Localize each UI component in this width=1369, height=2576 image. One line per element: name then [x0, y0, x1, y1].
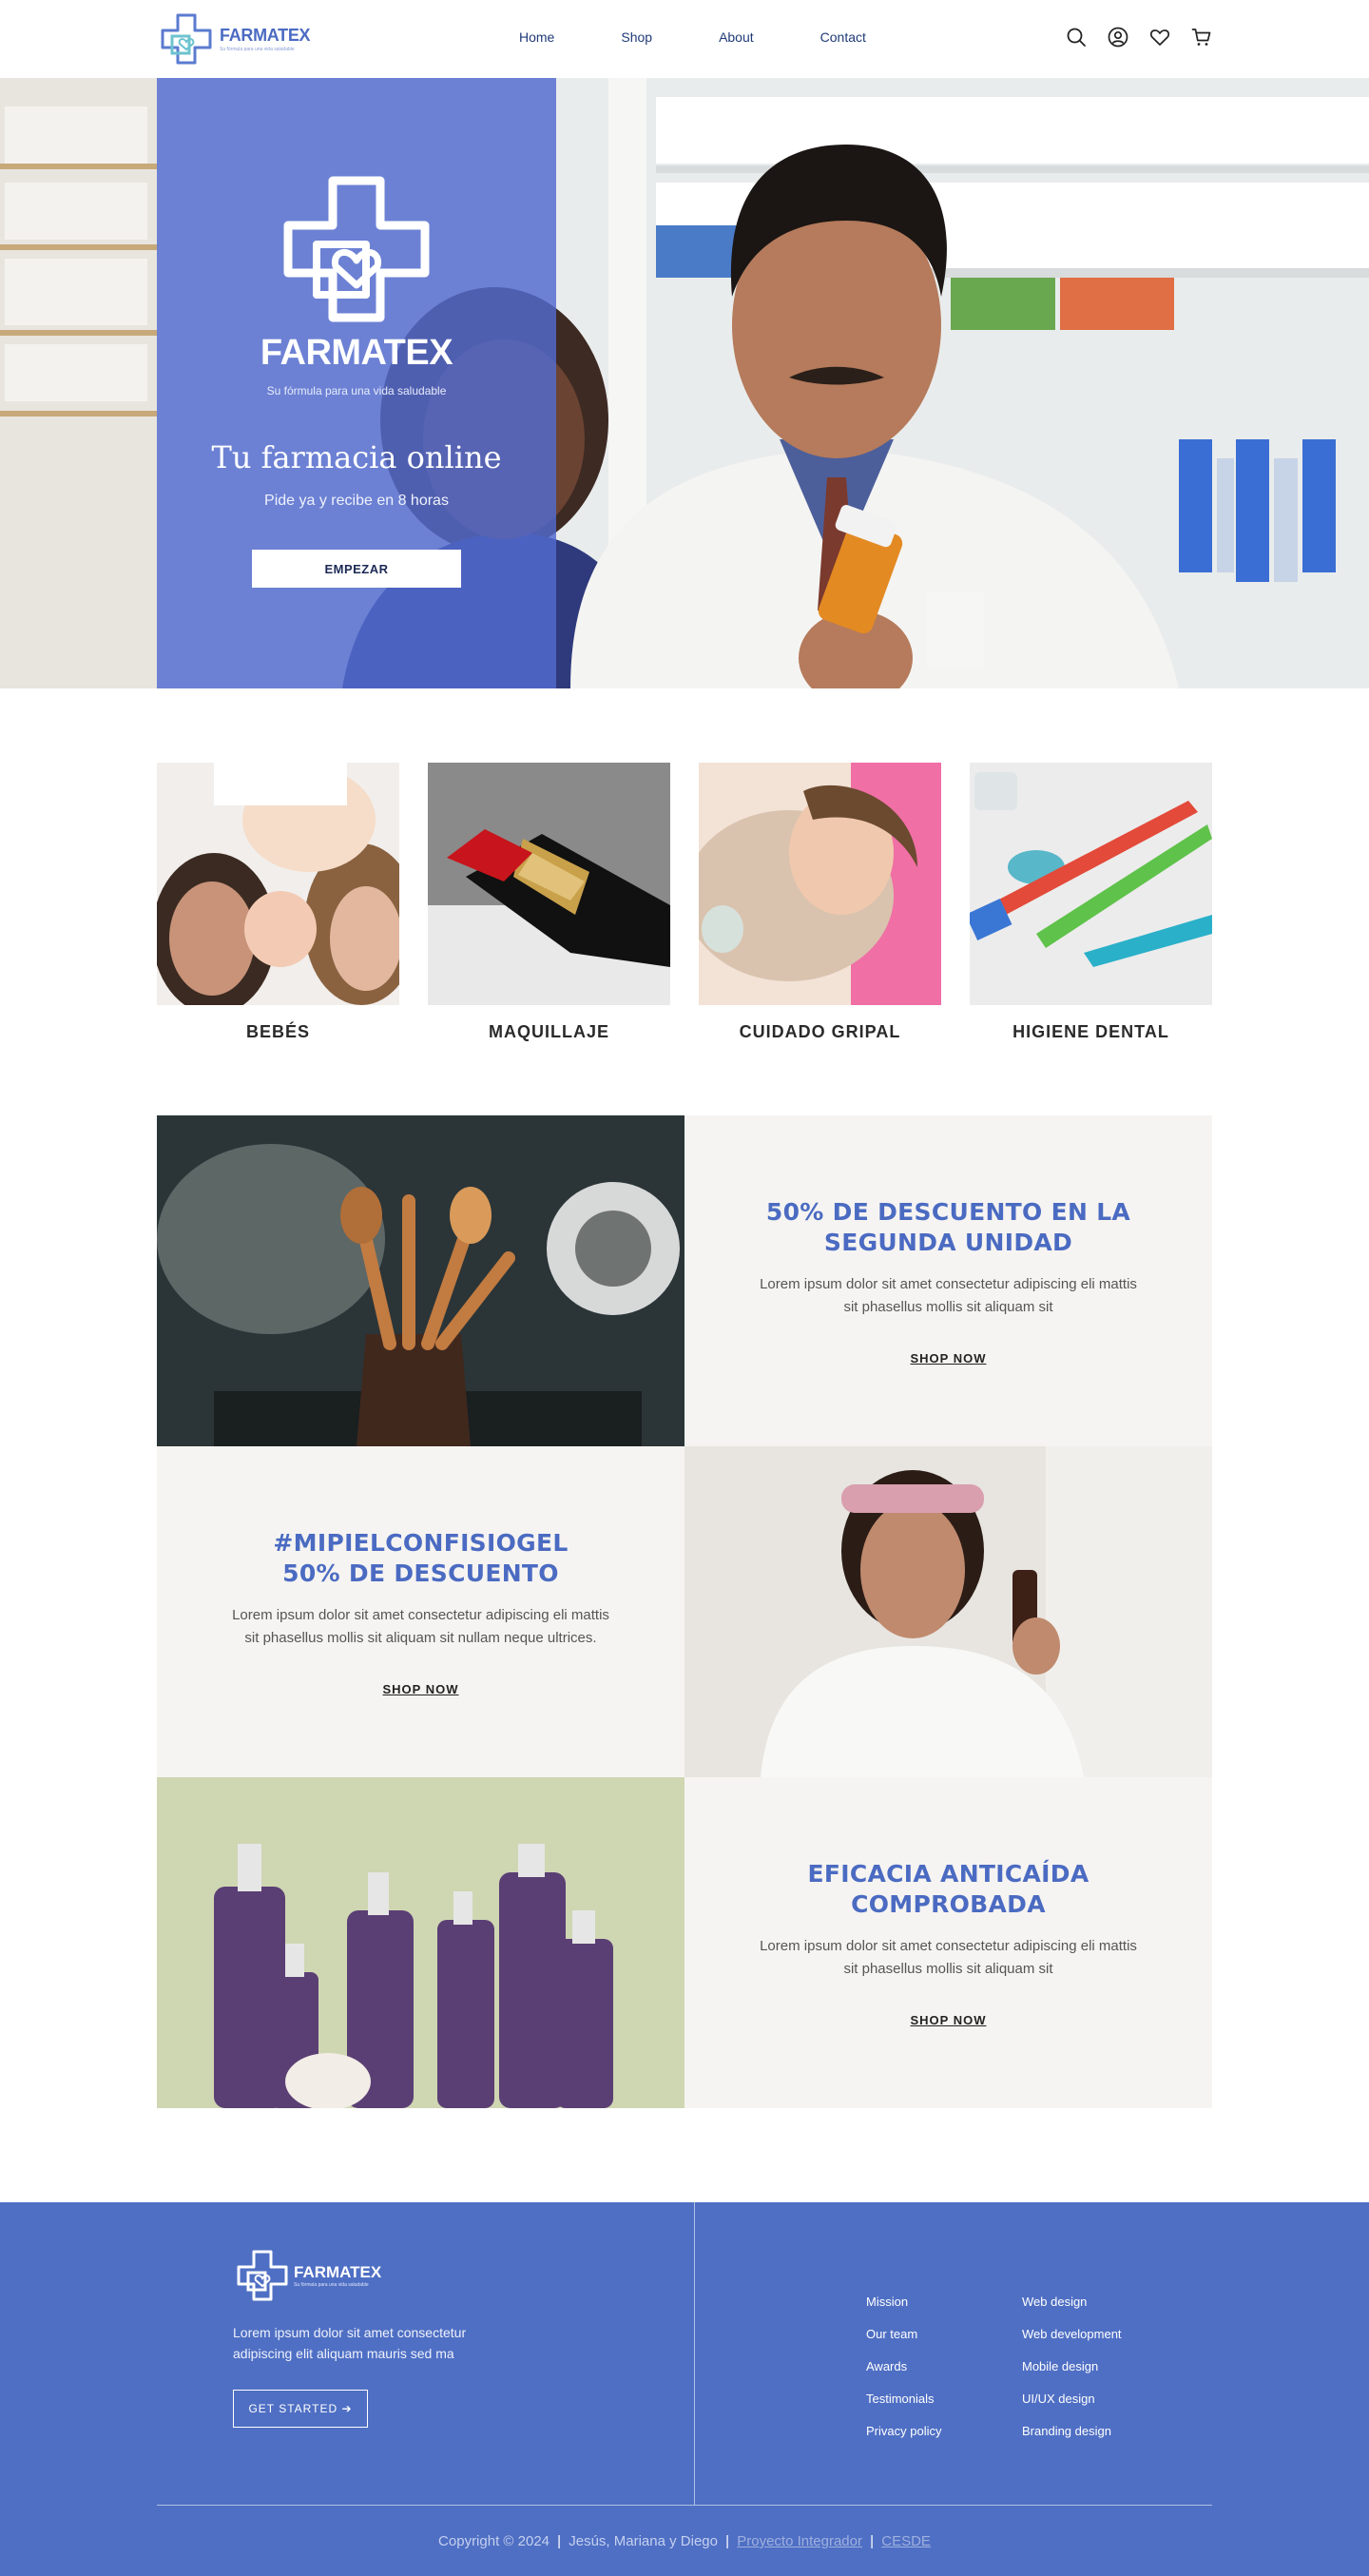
copyright-separator: |	[870, 2533, 875, 2549]
footer-link-awards[interactable]: Awards	[866, 2358, 941, 2374]
get-started-button[interactable]: GET STARTED ➔	[233, 2390, 368, 2428]
footer-logo-name: FARMATEX	[294, 2263, 382, 2281]
promo-title: #MIPIELCONFISIOGEL 50% DE DESCUENTO	[273, 1528, 568, 1589]
category-image-makeup[interactable]	[428, 763, 670, 1005]
category-card-babies[interactable]: BEBÉS	[157, 763, 399, 1042]
footer-link-ux-design[interactable]: UI/UX design	[1022, 2391, 1122, 2407]
site-footer: FARMATEX Su fórmula para una vida saluda…	[0, 2202, 1369, 2576]
site-header: FARMATEX Su fórmula para una vida saluda…	[0, 0, 1369, 78]
category-image-dental[interactable]	[970, 763, 1212, 1005]
search-icon[interactable]	[1065, 26, 1088, 48]
copyright-separator: |	[725, 2533, 730, 2549]
promo-image-skincare	[684, 1446, 1212, 1777]
hero-brand: FARMATEX	[260, 333, 453, 373]
copyright-authors: Jesús, Mariana y Diego	[569, 2533, 718, 2549]
footer-divider-vertical	[694, 2202, 695, 2505]
promo-body: Lorem ipsum dolor sit amet consectetur a…	[760, 1275, 1137, 1315]
promo-body: Lorem ipsum dolor sit amet consectetur a…	[760, 1937, 1137, 1977]
heart-icon[interactable]	[1148, 26, 1171, 48]
footer-link-web-development[interactable]: Web development	[1022, 2326, 1122, 2342]
category-card-dental[interactable]: HIGIENE DENTAL	[970, 763, 1212, 1042]
hero-cross-heart-icon	[283, 176, 430, 322]
logo-cross-icon	[161, 13, 212, 65]
footer-divider-horizontal	[157, 2505, 1212, 2506]
promo-title-line: 50% DE DESCUENTO EN LA	[765, 1197, 1131, 1226]
promo-card-hair-loss: EFICACIA ANTICAÍDA COMPROBADA Lorem ipsu…	[684, 1777, 1212, 2108]
promo-title-line: EFICACIA ANTICAÍDA	[807, 1859, 1089, 1888]
promo-title: EFICACIA ANTICAÍDA COMPROBADA	[808, 1859, 1089, 1920]
footer-links-services: Web design Web development Mobile design…	[1022, 2294, 1122, 2455]
footer-link-web-design[interactable]: Web design	[1022, 2294, 1122, 2310]
footer-copyright: Copyright © 2024 | Jesús, Mariana y Dieg…	[0, 2533, 1369, 2549]
category-image-cold-care[interactable]	[699, 763, 941, 1005]
hero-subtitle: Pide ya y recibe en 8 horas	[264, 493, 449, 509]
hero-title: Tu farmacia online	[211, 439, 502, 475]
promo-card-fisiogel: #MIPIELCONFISIOGEL 50% DE DESCUENTO Lore…	[157, 1446, 684, 1777]
cart-icon[interactable]	[1190, 26, 1213, 48]
logo[interactable]: FARMATEX Su fórmula para una vida saluda…	[157, 10, 311, 68]
shop-now-link[interactable]: SHOP NOW	[911, 1351, 987, 1365]
category-label-babies: BEBÉS	[245, 1022, 310, 1041]
footer-links-company: Mission Our team Awards Testimonials Pri…	[866, 2294, 941, 2455]
footer-link-mobile-design[interactable]: Mobile design	[1022, 2358, 1122, 2374]
footer-link-our-team[interactable]: Our team	[866, 2326, 941, 2342]
nav-shop[interactable]: Shop	[621, 29, 652, 45]
hero-section: FARMATEX Su fórmula para una vida saluda…	[0, 78, 1369, 688]
logo-tagline: Su fórmula para una vida saludable	[220, 47, 295, 52]
copyright-text: Copyright © 2024	[438, 2533, 550, 2549]
hero-start-button[interactable]: EMPEZAR	[252, 550, 461, 588]
page: FARMATEX Su fórmula para una vida saluda…	[0, 0, 1369, 2576]
footer-description: Lorem ipsum dolor sit amet consectetur a…	[233, 2325, 467, 2361]
copyright-separator: |	[557, 2533, 562, 2549]
promo-card-second-unit: 50% DE DESCUENTO EN LA SEGUNDA UNIDAD Lo…	[684, 1115, 1212, 1446]
category-image-babies[interactable]	[157, 763, 399, 1005]
promo-body: Lorem ipsum dolor sit amet consectetur a…	[232, 1606, 609, 1646]
category-card-makeup[interactable]: MAQUILLAJE	[428, 763, 670, 1042]
promo-title-line: COMPROBADA	[851, 1889, 1046, 1918]
nav-home[interactable]: Home	[519, 29, 554, 45]
shop-now-link[interactable]: SHOP NOW	[383, 1682, 459, 1696]
nav-contact[interactable]: Contact	[820, 29, 866, 45]
user-icon[interactable]	[1107, 26, 1129, 48]
shop-now-link[interactable]: SHOP NOW	[911, 2013, 987, 2027]
footer-cesde-link[interactable]: CESDE	[881, 2533, 931, 2549]
footer-link-branding[interactable]: Branding design	[1022, 2423, 1122, 2439]
hero-panel: FARMATEX Su fórmula para una vida saluda…	[157, 78, 556, 688]
main-nav: Home Shop About Contact	[519, 29, 866, 45]
footer-project-link[interactable]: Proyecto Integrador	[737, 2533, 862, 2549]
promo-image-brushes	[157, 1115, 684, 1446]
category-card-cold-care[interactable]: CUIDADO GRIPAL	[699, 763, 941, 1042]
footer-logo[interactable]: FARMATEX Su fórmula para una vida saluda…	[233, 2246, 381, 2305]
categories-section: BEBÉS MAQUILLAJE CUIDADO GRIPAL HIGIENE …	[157, 763, 1212, 1048]
footer-link-mission[interactable]: Mission	[866, 2294, 941, 2310]
promo-title-line: SEGUNDA UNIDAD	[823, 1228, 1073, 1256]
logo-name: FARMATEX	[220, 26, 311, 45]
header-icons	[1065, 26, 1213, 48]
promo-title-line: #MIPIELCONFISIOGEL	[273, 1528, 569, 1557]
footer-logo-cross-icon	[237, 2250, 288, 2301]
promo-title: 50% DE DESCUENTO EN LA SEGUNDA UNIDAD	[766, 1197, 1130, 1258]
nav-about[interactable]: About	[719, 29, 754, 45]
promo-grid: 50% DE DESCUENTO EN LA SEGUNDA UNIDAD Lo…	[157, 1115, 1212, 2108]
promo-image-bottles	[157, 1777, 684, 2108]
footer-logo-tagline: Su fórmula para una vida saludable	[294, 2282, 369, 2288]
promo-title-line: 50% DE DESCUENTO	[282, 1559, 559, 1587]
footer-link-testimonials[interactable]: Testimonials	[866, 2391, 941, 2407]
category-label-cold-care: CUIDADO GRIPAL	[739, 1022, 901, 1041]
category-label-dental: HIGIENE DENTAL	[1012, 1022, 1169, 1041]
hero-tagline: Su fórmula para una vida saludable	[266, 384, 447, 397]
footer-link-privacy[interactable]: Privacy policy	[866, 2423, 941, 2439]
category-label-makeup: MAQUILLAJE	[489, 1022, 609, 1041]
